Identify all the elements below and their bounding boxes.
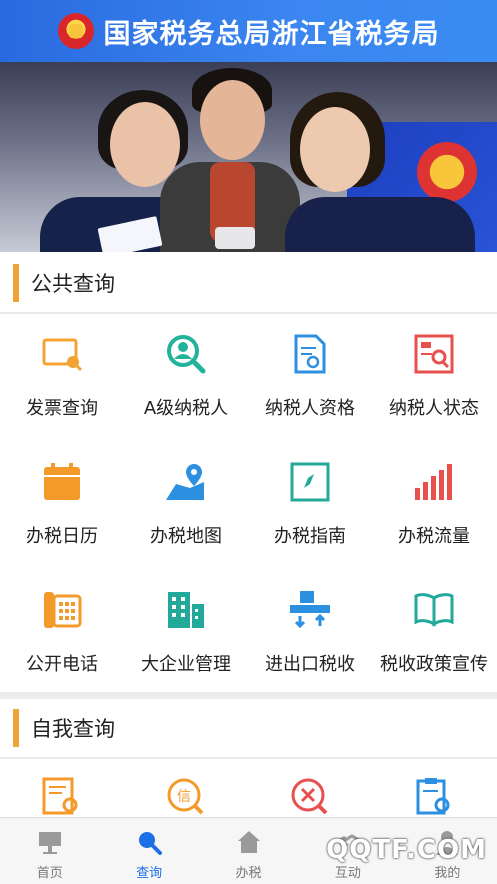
tax-emblem-icon [57, 13, 94, 49]
item-label: 税收政策宣传 [380, 654, 488, 675]
app-header: 国家税务总局浙江省税务局 [0, 0, 497, 62]
tab-label: 首页 [36, 866, 63, 881]
self-query-item[interactable] [0, 759, 124, 817]
large-enterprise-item[interactable]: 大企业管理 [124, 570, 248, 698]
item-label: 纳税人资格 [265, 398, 355, 419]
calendar-icon [40, 460, 84, 504]
tab-tax-service[interactable]: 办税 [199, 818, 298, 884]
report-search-icon [412, 332, 456, 376]
watermark-text: QQTF.COM [326, 835, 487, 865]
open-book-icon [412, 588, 456, 632]
item-label: 纳税人状态 [389, 398, 479, 419]
bar-chart-icon [412, 460, 456, 504]
tab-query[interactable]: 查询 [99, 818, 198, 884]
tab-home[interactable]: 首页 [0, 818, 99, 884]
credit-search-icon: 信 [164, 775, 208, 817]
cancel-search-icon [288, 775, 332, 817]
clipboard-search-icon [412, 775, 456, 817]
import-export-icon [288, 588, 332, 632]
item-label: 办税日历 [26, 526, 98, 547]
tab-label: 办税 [235, 866, 262, 881]
tax-traffic-item[interactable]: 办税流量 [372, 442, 496, 570]
banner-image[interactable] [0, 62, 497, 252]
item-label: A级纳税人 [143, 398, 229, 419]
tax-calendar-item[interactable]: 办税日历 [0, 442, 124, 570]
buildings-icon [164, 588, 208, 632]
tax-guide-item[interactable]: 办税指南 [248, 442, 372, 570]
section-title: 自我查询 [31, 717, 115, 741]
item-label: 办税地图 [150, 526, 222, 547]
house-icon [235, 828, 263, 856]
tax-map-item[interactable]: 办税地图 [124, 442, 248, 570]
self-query-grid: 信 [0, 759, 497, 817]
item-label: 进出口税收 [265, 654, 355, 675]
item-label: 办税指南 [274, 526, 346, 547]
svg-text:信: 信 [177, 789, 191, 805]
compass-icon [288, 460, 332, 504]
self-query-item[interactable] [372, 759, 496, 817]
item-label: 大企业管理 [141, 654, 231, 675]
list-search-icon [40, 775, 84, 817]
public-phone-item[interactable]: 公开电话 [0, 570, 124, 698]
header-title: 国家税务总局浙江省税务局 [103, 18, 440, 50]
import-export-tax-item[interactable]: 进出口税收 [248, 570, 372, 698]
item-label: 发票查询 [26, 398, 98, 419]
home-board-icon [36, 828, 64, 856]
item-label: 公开电话 [26, 654, 98, 675]
item-label: 办税流量 [398, 526, 470, 547]
a-level-taxpayer-item[interactable]: A级纳税人 [124, 314, 248, 442]
tax-policy-item[interactable]: 税收政策宣传 [372, 570, 496, 698]
section-title: 公共查询 [31, 272, 115, 296]
invoice-search-icon [40, 332, 84, 376]
map-pin-icon [164, 460, 208, 504]
self-query-header: 自我查询 [0, 699, 497, 757]
tab-label: 查询 [136, 866, 163, 881]
invoice-query-item[interactable]: 发票查询 [0, 314, 124, 442]
document-search-icon [288, 332, 332, 376]
search-icon [135, 828, 163, 856]
public-query-header: 公共查询 [0, 254, 497, 312]
person-search-icon [164, 332, 208, 376]
taxpayer-qualification-item[interactable]: 纳税人资格 [248, 314, 372, 442]
taxpayer-status-item[interactable]: 纳税人状态 [372, 314, 496, 442]
telephone-icon [40, 588, 84, 632]
self-query-item[interactable] [248, 759, 372, 817]
self-query-item[interactable]: 信 [124, 759, 248, 817]
public-query-grid: 发票查询 A级纳税人 纳税人资格 纳税人状态 办税日历 办税地图 办税指南 办税… [0, 314, 497, 694]
